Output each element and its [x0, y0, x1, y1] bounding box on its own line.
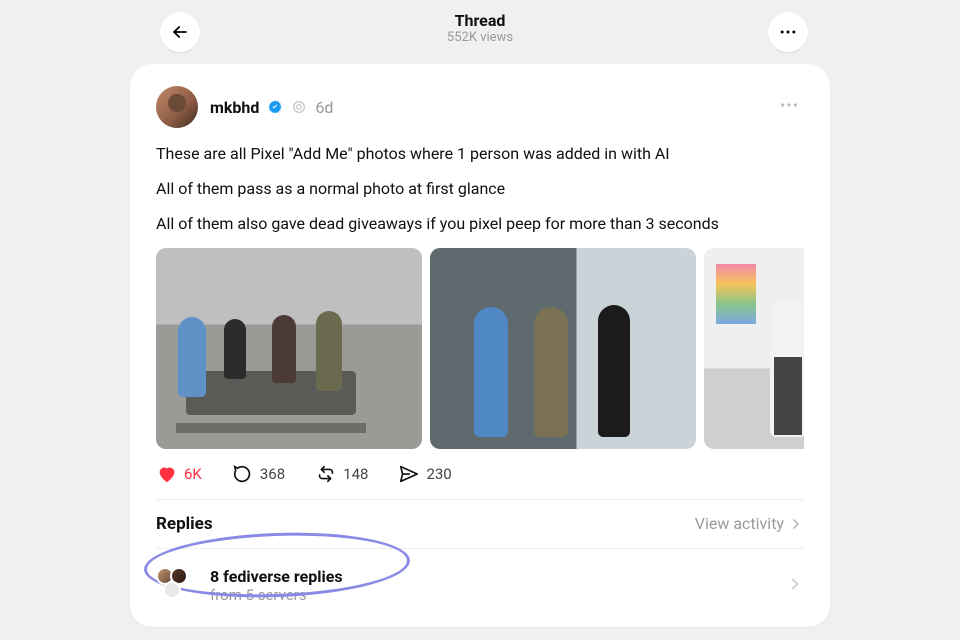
repost-button[interactable]: 148: [315, 463, 368, 485]
post-header: mkbhd 6d: [156, 86, 804, 128]
fediverse-title: 8 fediverse replies: [210, 567, 343, 586]
chevron-right-icon: [786, 575, 804, 597]
fediverse-replies-row[interactable]: 8 fediverse replies from 5 servers: [156, 549, 804, 605]
threads-icon: [291, 99, 307, 115]
chevron-right-icon: [788, 516, 804, 532]
action-bar: 6K 368 148 230: [156, 463, 804, 500]
replies-title: Replies: [156, 514, 213, 534]
like-count: 6K: [184, 465, 202, 483]
post-paragraph: These are all Pixel "Add Me" photos wher…: [156, 142, 804, 165]
view-activity-link[interactable]: View activity: [695, 514, 804, 533]
comment-count: 368: [260, 465, 285, 483]
post-body: These are all Pixel "Add Me" photos wher…: [156, 142, 804, 236]
view-count: 552K views: [447, 30, 513, 45]
heart-icon: [156, 463, 178, 485]
author-row: mkbhd 6d: [210, 98, 333, 117]
verified-badge-icon: [267, 99, 283, 115]
fediverse-subtitle: from 5 servers: [210, 586, 343, 604]
author-username[interactable]: mkbhd: [210, 98, 259, 117]
page-title: Thread: [447, 11, 513, 30]
more-button[interactable]: [768, 12, 808, 52]
post-image[interactable]: [430, 248, 696, 449]
topbar: Thread 552K views: [0, 0, 960, 56]
share-icon: [398, 463, 420, 485]
post-paragraph: All of them also gave dead giveaways if …: [156, 212, 804, 235]
post-more-button[interactable]: [774, 90, 804, 124]
dots-icon: [778, 94, 800, 116]
post-card: mkbhd 6d These are all Pixel "Add Me" ph…: [130, 64, 830, 627]
comment-button[interactable]: 368: [232, 463, 285, 485]
share-count: 230: [426, 465, 451, 483]
fediverse-text: 8 fediverse replies from 5 servers: [210, 567, 343, 604]
repost-icon: [315, 463, 337, 485]
like-button[interactable]: 6K: [156, 463, 202, 485]
dots-icon: [778, 22, 798, 42]
repost-count: 148: [343, 465, 368, 483]
share-button[interactable]: 230: [398, 463, 451, 485]
image-gallery: [156, 248, 804, 449]
post-time: 6d: [315, 98, 333, 117]
post-image[interactable]: [156, 248, 422, 449]
author-avatar[interactable]: [156, 86, 198, 128]
post-paragraph: All of them pass as a normal photo at fi…: [156, 177, 804, 200]
comment-icon: [232, 463, 254, 485]
back-button[interactable]: [160, 12, 200, 52]
view-activity-label: View activity: [695, 514, 784, 533]
arrow-left-icon: [170, 22, 190, 42]
fediverse-avatars: [156, 567, 196, 605]
page-title-block: Thread 552K views: [447, 11, 513, 45]
replies-header: Replies View activity: [156, 500, 804, 549]
avatar: [163, 581, 181, 599]
post-image[interactable]: [704, 248, 804, 449]
